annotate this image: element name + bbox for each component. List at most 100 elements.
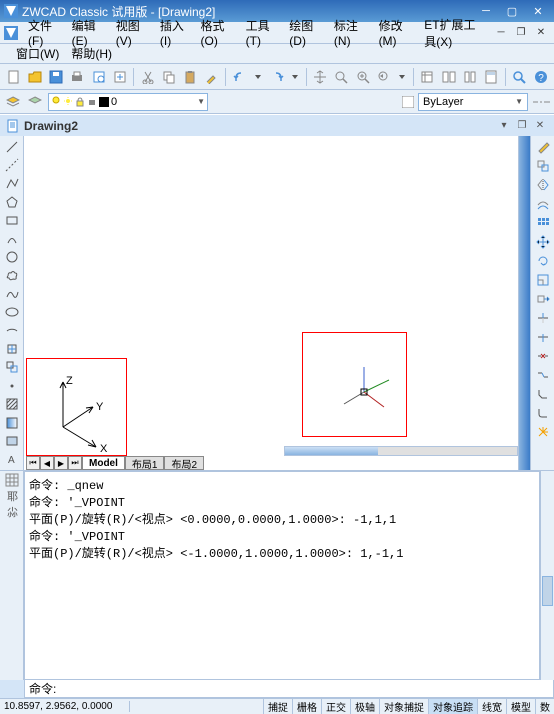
tab-layout2[interactable]: 布局2 (164, 456, 204, 470)
region-button[interactable] (2, 432, 22, 449)
point-button[interactable] (2, 377, 22, 394)
toggle-ortho[interactable]: 正交 (321, 699, 350, 714)
array-button[interactable] (533, 214, 553, 232)
pline-button[interactable] (2, 175, 22, 192)
command-input[interactable]: 命令: (24, 680, 554, 698)
gradient-button[interactable] (2, 414, 22, 431)
maximize-button[interactable]: ▢ (500, 3, 524, 19)
vertical-scrollbar[interactable] (518, 136, 530, 470)
save-button[interactable] (46, 67, 65, 87)
revcloud-button[interactable] (2, 267, 22, 284)
linetype-button[interactable] (532, 93, 550, 111)
rectangle-button[interactable] (2, 212, 22, 229)
stretch-button[interactable] (533, 290, 553, 308)
offset-button[interactable] (533, 195, 553, 213)
insert-button[interactable] (2, 340, 22, 357)
scale-button[interactable] (533, 271, 553, 289)
tab-first-button[interactable]: ⏮ (26, 456, 40, 470)
tab-model[interactable]: Model (82, 456, 125, 470)
color-combo[interactable]: ByLayer ▼ (418, 93, 528, 111)
layer-prev-button[interactable] (26, 93, 44, 111)
block-button[interactable] (2, 359, 22, 376)
zoom-window-button[interactable] (353, 67, 372, 87)
menu-insert[interactable]: 插入(I) (154, 15, 193, 50)
toolpalettes-button[interactable] (460, 67, 479, 87)
help-button[interactable]: ? (531, 67, 550, 87)
move-button[interactable] (533, 233, 553, 251)
doc-close-button[interactable]: ✕ (532, 26, 550, 40)
pan-button[interactable] (310, 67, 329, 87)
menu-modify[interactable]: 修改(M) (373, 15, 417, 50)
break-button[interactable] (533, 347, 553, 365)
doc-restore-button[interactable]: ❐ (512, 26, 530, 40)
grid-icon[interactable] (5, 473, 19, 487)
mtext-button[interactable]: A (2, 451, 22, 468)
horizontal-scrollbar[interactable] (284, 446, 518, 456)
erase-button[interactable] (533, 138, 553, 156)
copy-obj-button[interactable] (533, 157, 553, 175)
toggle-num[interactable]: 数 (535, 699, 554, 714)
layer-manager-button[interactable] (4, 93, 22, 111)
print-preview-button[interactable] (89, 67, 108, 87)
zoom-previous-button[interactable] (374, 67, 393, 87)
publish-button[interactable] (110, 67, 129, 87)
ellipse-button[interactable] (2, 304, 22, 321)
doc-restore-button[interactable]: ❐ (514, 120, 530, 131)
toggle-lwt[interactable]: 线宽 (477, 699, 506, 714)
menu-help[interactable]: 帮助(H) (71, 45, 112, 62)
tab-last-button[interactable]: ⏭ (68, 456, 82, 470)
layer-combo[interactable]: 0 ▼ (48, 93, 208, 111)
toggle-polar[interactable]: 极轴 (350, 699, 379, 714)
matchprop-button[interactable] (202, 67, 221, 87)
menu-dim[interactable]: 标注(N) (328, 15, 371, 50)
extend-button[interactable] (533, 328, 553, 346)
explode-button[interactable] (533, 423, 553, 441)
toggle-otrack[interactable]: 对象追踪 (428, 699, 477, 714)
fillet-button[interactable] (533, 404, 553, 422)
line-button[interactable] (2, 138, 22, 155)
tab-layout1[interactable]: 布局1 (125, 456, 165, 470)
coordinates-display[interactable]: 10.8597, 2.9562, 0.0000 (0, 701, 130, 712)
menu-draw[interactable]: 绘图(D) (283, 15, 326, 50)
zoom-dropdown[interactable] (395, 73, 408, 81)
text-icon[interactable]: 耶 (5, 489, 19, 503)
join-button[interactable] (533, 366, 553, 384)
arc-button[interactable] (2, 230, 22, 247)
menu-format[interactable]: 格式(O) (195, 15, 238, 50)
hatch-button[interactable] (2, 395, 22, 412)
menu-view[interactable]: 视图(V) (110, 15, 152, 50)
toggle-model[interactable]: 模型 (506, 699, 535, 714)
redo-button[interactable] (267, 67, 286, 87)
redo-dropdown[interactable] (288, 73, 301, 81)
tab-next-button[interactable]: ▶ (54, 456, 68, 470)
doc-minimize-button[interactable]: ─ (492, 26, 510, 40)
undo-dropdown[interactable] (251, 73, 264, 81)
chamfer-button[interactable] (533, 385, 553, 403)
trim-button[interactable] (533, 309, 553, 327)
menu-window[interactable]: 窗口(W) (16, 45, 59, 62)
drawing-canvas[interactable]: Z Y X ⏮ ◀ ▶ ⏭ Model 布局1 布局2 (24, 136, 530, 470)
mirror-button[interactable] (533, 176, 553, 194)
doc-close-button[interactable]: ✕ (532, 120, 548, 131)
menu-ext[interactable]: ET扩展工具(X) (418, 14, 490, 52)
doc-pin-button[interactable]: ▾ (496, 120, 512, 131)
new-button[interactable] (4, 67, 23, 87)
toggle-osnap[interactable]: 对象捕捉 (379, 699, 428, 714)
spline-button[interactable] (2, 285, 22, 302)
copy-button[interactable] (160, 67, 179, 87)
xline-button[interactable] (2, 156, 22, 173)
rotate-button[interactable] (533, 252, 553, 270)
print-button[interactable] (68, 67, 87, 87)
char-icon[interactable]: 尛 (5, 505, 19, 519)
find-button[interactable] (510, 67, 529, 87)
menu-tools[interactable]: 工具(T) (240, 15, 282, 50)
properties-button[interactable] (418, 67, 437, 87)
circle-button[interactable] (2, 248, 22, 265)
command-history[interactable]: 命令: _qnew 命令: '_VPOINT 平面(P)/旋转(R)/<视点> … (24, 471, 540, 680)
calculator-button[interactable] (481, 67, 500, 87)
command-scrollbar[interactable] (540, 471, 554, 680)
tab-prev-button[interactable]: ◀ (40, 456, 54, 470)
ellipsearc-button[interactable] (2, 322, 22, 339)
open-button[interactable] (25, 67, 44, 87)
paste-button[interactable] (181, 67, 200, 87)
